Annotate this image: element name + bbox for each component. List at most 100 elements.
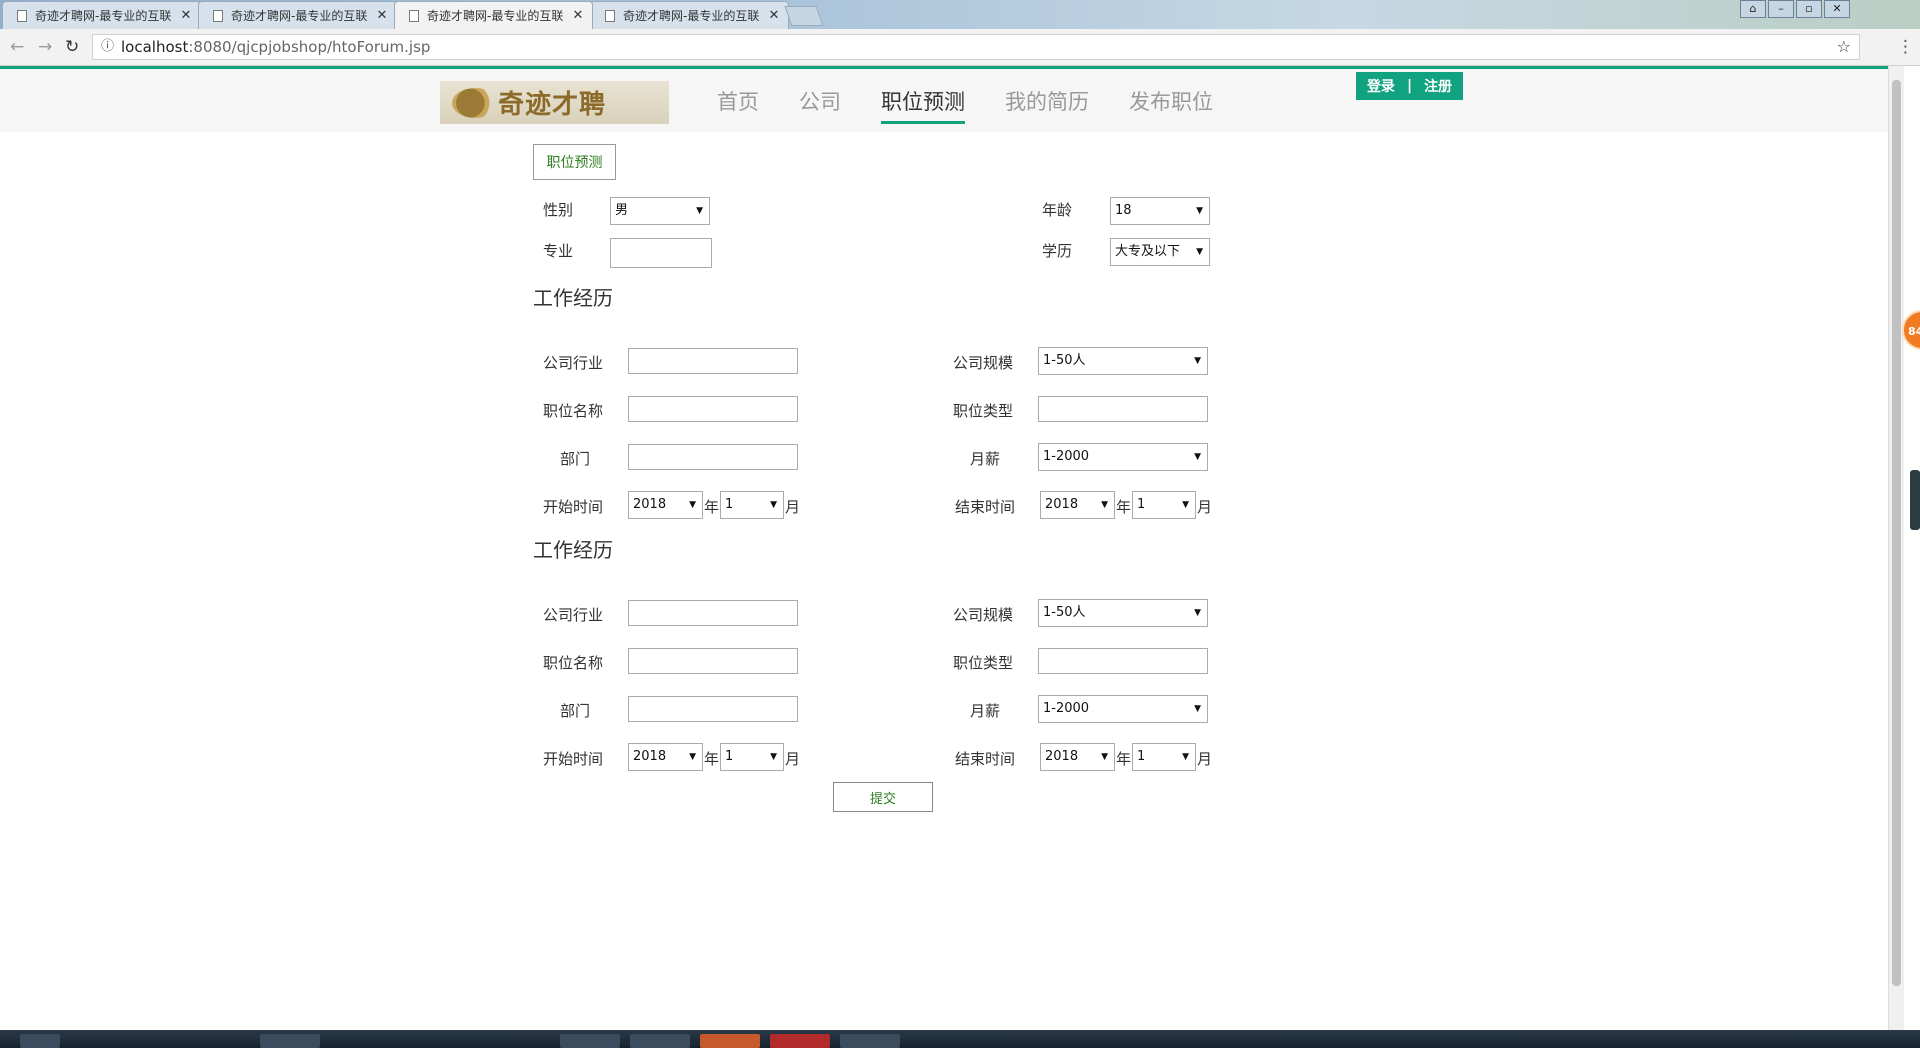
taskbar-button[interactable] xyxy=(840,1034,900,1048)
close-icon[interactable]: ✕ xyxy=(374,8,390,23)
month-unit: 月 xyxy=(785,498,801,516)
url-path: :8080/qjcpjobshop/htoForum.jsp xyxy=(188,38,431,56)
forward-arrow-icon[interactable]: → xyxy=(38,37,52,57)
site-logo[interactable]: 奇迹才聘 xyxy=(440,81,669,124)
start-year-value: 2018 xyxy=(633,497,667,512)
company-scale-value: 1-50人 xyxy=(1043,353,1086,368)
close-icon[interactable]: ✕ xyxy=(570,8,586,23)
industry-label: 公司行业 xyxy=(543,606,604,624)
industry-input[interactable] xyxy=(628,600,798,626)
browser-tab[interactable]: 奇迹才聘网-最专业的互联 ✕ xyxy=(590,1,789,29)
dropdown-arrow-icon: ▼ xyxy=(689,752,696,762)
login-link[interactable]: 登录 xyxy=(1367,76,1395,96)
nav-job-prediction[interactable]: 职位预测 xyxy=(881,86,965,124)
salary-label: 月薪 xyxy=(970,702,1001,720)
submit-button[interactable]: 提交 xyxy=(833,782,933,812)
maximize-icon[interactable]: ▫ xyxy=(1796,0,1822,18)
position-input[interactable] xyxy=(628,396,798,422)
register-link[interactable]: 注册 xyxy=(1424,76,1452,96)
start-time-label: 开始时间 xyxy=(543,498,604,516)
start-month-select[interactable]: 1 ▼ xyxy=(720,743,784,771)
user-icon[interactable]: ⌂ xyxy=(1740,0,1766,18)
taskbar-button[interactable] xyxy=(770,1034,830,1048)
education-select[interactable]: 大专及以下 ▼ xyxy=(1110,238,1210,266)
dropdown-arrow-icon: ▼ xyxy=(1182,500,1189,510)
end-month-select[interactable]: 1 ▼ xyxy=(1132,491,1196,519)
back-arrow-icon[interactable]: ← xyxy=(10,37,24,57)
dropdown-arrow-icon: ▼ xyxy=(696,206,703,216)
education-label: 学历 xyxy=(1042,242,1073,260)
department-label: 部门 xyxy=(560,450,591,468)
close-icon[interactable]: ✕ xyxy=(766,8,782,23)
taskbar-button[interactable] xyxy=(260,1034,320,1048)
side-panel-handle[interactable] xyxy=(1910,470,1920,530)
close-icon[interactable]: ✕ xyxy=(178,8,194,23)
start-time-label: 开始时间 xyxy=(543,750,604,768)
browser-tab-active[interactable]: 奇迹才聘网-最专业的互联 ✕ xyxy=(394,1,593,29)
nav-post-job[interactable]: 发布职位 xyxy=(1129,86,1213,124)
dropdown-arrow-icon: ▼ xyxy=(770,752,777,762)
month-unit: 月 xyxy=(1197,750,1213,768)
gender-select[interactable]: 男 ▼ xyxy=(610,197,710,225)
site-header: 奇迹才聘 首页 公司 职位预测 我的简历 发布职位 登录 | 注册 xyxy=(0,69,1904,132)
major-input[interactable] xyxy=(610,238,712,268)
salary-label: 月薪 xyxy=(970,450,1001,468)
dropdown-arrow-icon: ▼ xyxy=(770,500,777,510)
salary-select[interactable]: 1-2000 ▼ xyxy=(1038,443,1208,471)
month-unit: 月 xyxy=(785,750,801,768)
floating-badge[interactable]: 84 xyxy=(1902,310,1920,350)
position-type-input[interactable] xyxy=(1038,396,1208,422)
age-select[interactable]: 18 ▼ xyxy=(1110,197,1210,225)
taskbar-button[interactable] xyxy=(700,1034,760,1048)
industry-input[interactable] xyxy=(628,348,798,374)
close-window-icon[interactable]: ✕ xyxy=(1824,0,1850,18)
url-field[interactable]: ⓘ localhost:8080/qjcpjobshop/htoForum.js… xyxy=(92,34,1860,60)
menu-icon[interactable]: ⋮ xyxy=(1897,37,1914,57)
position-type-label: 职位类型 xyxy=(953,654,1014,672)
window-controls: ⌂ – ▫ ✕ xyxy=(1738,0,1850,18)
age-label: 年龄 xyxy=(1042,201,1073,219)
start-year-select[interactable]: 2018 ▼ xyxy=(628,491,703,519)
department-label: 部门 xyxy=(560,702,591,720)
dropdown-arrow-icon: ▼ xyxy=(1194,356,1201,366)
taskbar-button[interactable] xyxy=(630,1034,690,1048)
minimize-icon[interactable]: – xyxy=(1768,0,1794,18)
company-scale-value: 1-50人 xyxy=(1043,605,1086,620)
nav-my-resume[interactable]: 我的简历 xyxy=(1005,86,1089,124)
vertical-scrollbar[interactable] xyxy=(1888,66,1904,1030)
browser-tab[interactable]: 奇迹才聘网-最专业的互联 ✕ xyxy=(2,1,201,29)
department-input[interactable] xyxy=(628,444,798,470)
nav-home[interactable]: 首页 xyxy=(717,86,759,124)
taskbar-button[interactable] xyxy=(560,1034,620,1048)
end-year-select[interactable]: 2018 ▼ xyxy=(1040,491,1115,519)
end-time-label: 结束时间 xyxy=(955,498,1016,516)
nav-company[interactable]: 公司 xyxy=(799,86,841,124)
end-month-select[interactable]: 1 ▼ xyxy=(1132,743,1196,771)
position-input[interactable] xyxy=(628,648,798,674)
start-month-value: 1 xyxy=(725,749,734,764)
department-input[interactable] xyxy=(628,696,798,722)
end-month-value: 1 xyxy=(1137,497,1146,512)
info-icon[interactable]: ⓘ xyxy=(101,35,114,59)
position-type-input[interactable] xyxy=(1038,648,1208,674)
salary-select[interactable]: 1-2000 ▼ xyxy=(1038,695,1208,723)
document-icon xyxy=(17,9,27,22)
company-scale-select[interactable]: 1-50人 ▼ xyxy=(1038,347,1208,375)
logo-mark-icon xyxy=(452,87,498,118)
star-icon[interactable]: ☆ xyxy=(1837,35,1851,59)
work-experience-title: 工作经历 xyxy=(533,538,613,562)
tab-job-prediction[interactable]: 职位预测 xyxy=(533,144,616,180)
tab-title: 奇迹才聘网-最专业的互联 xyxy=(231,9,368,23)
start-month-select[interactable]: 1 ▼ xyxy=(720,491,784,519)
gender-value: 男 xyxy=(615,203,629,218)
reload-icon[interactable]: ↻ xyxy=(65,37,79,57)
company-scale-select[interactable]: 1-50人 ▼ xyxy=(1038,599,1208,627)
dropdown-arrow-icon: ▼ xyxy=(1101,752,1108,762)
browser-tabstrip: 奇迹才聘网-最专业的互联 ✕ 奇迹才聘网-最专业的互联 ✕ 奇迹才聘网-最专业的… xyxy=(0,0,1920,29)
end-year-select[interactable]: 2018 ▼ xyxy=(1040,743,1115,771)
new-tab-button[interactable] xyxy=(784,6,824,26)
taskbar-button[interactable] xyxy=(20,1034,60,1048)
start-year-select[interactable]: 2018 ▼ xyxy=(628,743,703,771)
browser-tab[interactable]: 奇迹才聘网-最专业的互联 ✕ xyxy=(198,1,397,29)
scrollbar-thumb[interactable] xyxy=(1892,80,1901,986)
